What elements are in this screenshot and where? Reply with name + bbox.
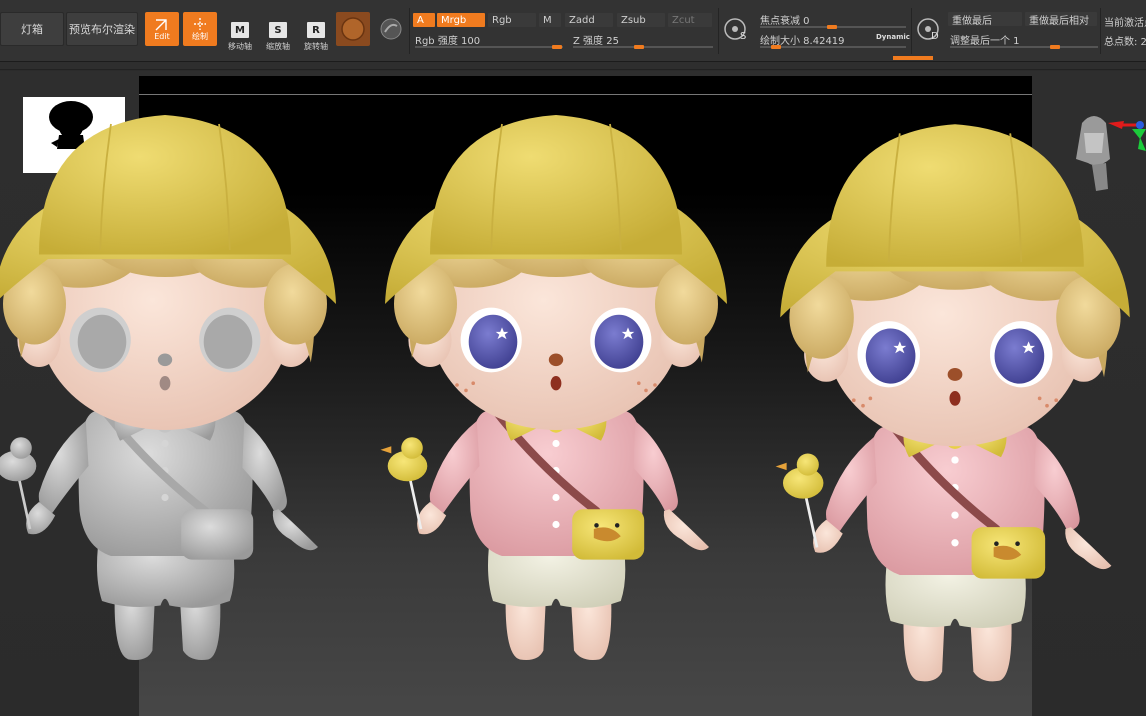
scale-icon: S bbox=[269, 22, 287, 38]
color-button[interactable] bbox=[376, 12, 406, 46]
mode-m-label: M bbox=[543, 14, 552, 26]
focal-shift-knob[interactable] bbox=[827, 25, 837, 29]
focal-s-icon bbox=[724, 18, 746, 40]
rgb-intensity-slider[interactable] bbox=[415, 46, 563, 48]
separator bbox=[409, 8, 410, 54]
z-intensity-label: Z 强度 25 bbox=[573, 36, 619, 47]
separator bbox=[911, 8, 912, 54]
mode-zadd-toggle[interactable]: Zadd bbox=[565, 13, 613, 27]
rotate-label: 旋转轴 bbox=[304, 42, 328, 51]
lightbox-button[interactable]: 灯箱 bbox=[0, 12, 64, 46]
sub-toolbar bbox=[0, 62, 1146, 70]
draw-button[interactable]: 绘制 bbox=[183, 12, 217, 46]
figure-clay[interactable] bbox=[0, 114, 337, 660]
mode-mrgb-label: Mrgb bbox=[441, 14, 467, 26]
mode-m-toggle[interactable]: M bbox=[539, 13, 561, 27]
material-sphere-icon bbox=[341, 17, 365, 41]
separator bbox=[718, 8, 719, 54]
edit-icon bbox=[155, 18, 167, 30]
material-button[interactable] bbox=[336, 12, 370, 46]
draw-icon bbox=[194, 17, 206, 30]
draw-size-slider[interactable] bbox=[760, 46, 906, 48]
mode-zcut-toggle[interactable]: Zcut bbox=[668, 13, 712, 27]
rgb-intensity-label: Rgb 强度 100 bbox=[415, 36, 481, 47]
draw-label: 绘制 bbox=[192, 31, 208, 41]
focal-shift-label: 焦点衰减 0 bbox=[760, 16, 810, 27]
figure-color-alt[interactable] bbox=[776, 124, 1130, 681]
total-points-label: 总点数: 2. bbox=[1104, 37, 1146, 48]
active-indicator bbox=[893, 56, 933, 60]
adjust-last-knob[interactable] bbox=[1050, 45, 1060, 49]
s-label: S bbox=[740, 31, 747, 42]
mode-zcut-label: Zcut bbox=[672, 14, 695, 26]
mode-zsub-toggle[interactable]: Zsub bbox=[617, 13, 665, 27]
mode-a-toggle[interactable]: A bbox=[413, 13, 435, 27]
top-toolbar: 灯箱 预览布尔渲染 Edit 绘制 M 移动轴 S 缩放轴 R 旋转轴 A Mr… bbox=[0, 0, 1146, 62]
mode-rgb-toggle[interactable]: Rgb bbox=[488, 13, 536, 27]
bpr-label: 预览布尔渲染 bbox=[69, 23, 135, 36]
zbrush-window: 灯箱 预览布尔渲染 Edit 绘制 M 移动轴 S 缩放轴 R 旋转轴 A Mr… bbox=[0, 0, 1146, 716]
mode-rgb-label: Rgb bbox=[492, 14, 512, 26]
z-intensity-knob[interactable] bbox=[634, 45, 644, 49]
separator bbox=[1100, 8, 1101, 54]
draw-d-icon bbox=[917, 18, 939, 40]
scale-button[interactable]: S 缩放轴 bbox=[258, 6, 298, 52]
active-points-label: 当前激活点 bbox=[1104, 18, 1146, 29]
move-button[interactable]: M 移动轴 bbox=[220, 6, 260, 52]
adjust-last-slider[interactable] bbox=[950, 46, 1098, 48]
rgb-intensity-knob[interactable] bbox=[552, 45, 562, 49]
redo-last-label: 重做最后 bbox=[952, 15, 992, 27]
rotate-button[interactable]: R 旋转轴 bbox=[296, 6, 336, 52]
model-figures[interactable] bbox=[0, 71, 1146, 716]
redo-last-relative-button[interactable]: 重做最后相对 bbox=[1025, 12, 1097, 27]
mode-zsub-label: Zsub bbox=[621, 14, 646, 26]
adjust-last-label: 调整最后一个 1 bbox=[950, 36, 1020, 47]
mode-mrgb-toggle[interactable]: Mrgb bbox=[437, 13, 485, 27]
redo-last-relative-label: 重做最后相对 bbox=[1029, 15, 1089, 27]
move-icon: M bbox=[231, 22, 249, 38]
d-button[interactable]: D bbox=[915, 16, 945, 46]
scale-label: 缩放轴 bbox=[266, 42, 290, 51]
redo-last-button[interactable]: 重做最后 bbox=[948, 12, 1022, 27]
d-label: D bbox=[931, 31, 939, 42]
edit-label: Edit bbox=[154, 31, 170, 41]
move-label: 移动轴 bbox=[228, 42, 252, 51]
color-swatch-icon bbox=[380, 18, 402, 40]
lightbox-label: 灯箱 bbox=[21, 23, 43, 36]
rotate-icon: R bbox=[307, 22, 325, 38]
mode-a-label: A bbox=[417, 14, 424, 26]
mode-zadd-label: Zadd bbox=[569, 14, 595, 26]
dynamic-label[interactable]: Dynamic bbox=[876, 33, 910, 41]
figure-color[interactable] bbox=[381, 115, 728, 660]
edit-button[interactable]: Edit bbox=[145, 12, 179, 46]
bpr-button[interactable]: 预览布尔渲染 bbox=[66, 12, 138, 46]
s-button[interactable]: S bbox=[722, 16, 752, 46]
draw-size-knob[interactable] bbox=[771, 45, 781, 49]
